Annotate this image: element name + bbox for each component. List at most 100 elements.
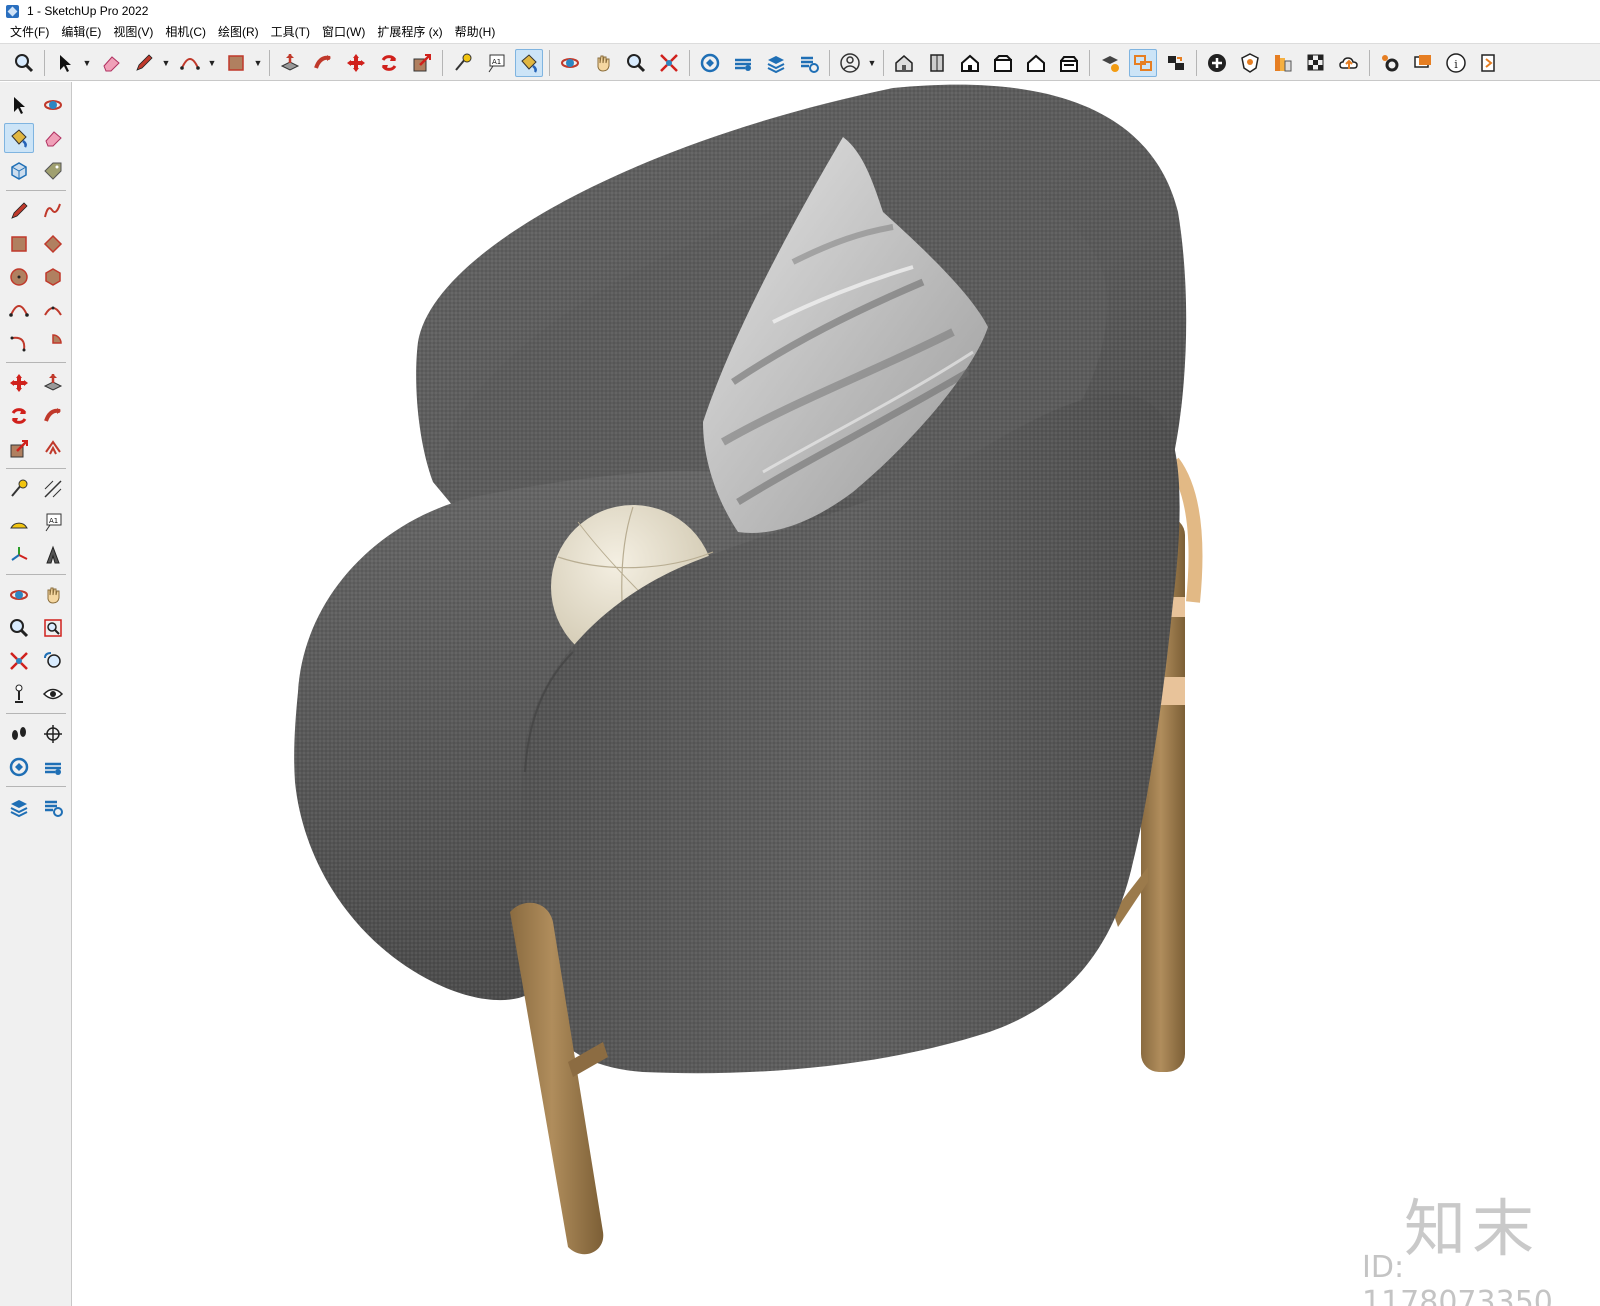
move-icon[interactable] [342, 49, 370, 77]
arc-icon[interactable] [4, 295, 34, 325]
rotate-icon[interactable] [4, 401, 34, 431]
upload-icon[interactable] [1335, 49, 1363, 77]
menu-window[interactable]: 窗口(W) [316, 22, 371, 42]
follow-me-icon[interactable] [309, 49, 337, 77]
walk-icon[interactable] [4, 719, 34, 749]
menu-edit[interactable]: 编辑(E) [55, 22, 107, 42]
dropdown-arrow-icon[interactable]: ▼ [866, 49, 878, 77]
polygon-icon[interactable] [38, 262, 68, 292]
left-view-icon[interactable] [1055, 49, 1083, 77]
info-icon[interactable]: i [1442, 49, 1470, 77]
two-point-arc-icon[interactable] [38, 295, 68, 325]
extension-warehouse-icon[interactable] [4, 792, 34, 822]
extension-manager-icon[interactable] [795, 49, 823, 77]
make-component-icon[interactable] [4, 156, 34, 186]
previous-view-icon[interactable] [38, 646, 68, 676]
pie-icon[interactable] [38, 328, 68, 358]
share-model-icon[interactable] [38, 752, 68, 782]
line-icon[interactable] [4, 196, 34, 226]
materials-icon[interactable] [1302, 49, 1330, 77]
menu-extensions[interactable]: 扩展程序 (x) [371, 22, 448, 42]
protractor-icon[interactable] [4, 507, 34, 537]
circle-icon[interactable] [4, 262, 34, 292]
toolbar-separator [6, 713, 66, 714]
eraser-icon[interactable] [38, 123, 68, 153]
styles-icon[interactable] [1269, 49, 1297, 77]
right-view-icon[interactable] [989, 49, 1017, 77]
settings-icon[interactable] [1376, 49, 1404, 77]
text-icon[interactable]: A1 [482, 49, 510, 77]
look-around-icon[interactable] [38, 679, 68, 709]
3d-warehouse-icon[interactable] [4, 752, 34, 782]
scenes-icon[interactable] [1129, 49, 1157, 77]
dropdown-arrow-icon[interactable]: ▼ [206, 49, 218, 77]
orbit-icon[interactable] [556, 49, 584, 77]
dimension-icon[interactable] [38, 474, 68, 504]
extension-manager-icon[interactable] [38, 792, 68, 822]
iso-view-icon[interactable] [890, 49, 918, 77]
zoom-window-icon[interactable] [38, 613, 68, 643]
orbit-icon[interactable] [38, 90, 68, 120]
menu-help[interactable]: 帮助(H) [449, 22, 502, 42]
zoom-extents-icon[interactable] [4, 646, 34, 676]
select-icon[interactable] [51, 49, 79, 77]
pan-icon[interactable] [589, 49, 617, 77]
paint-bucket-icon[interactable] [515, 49, 543, 77]
dropdown-arrow-icon[interactable]: ▼ [252, 49, 264, 77]
menu-tools[interactable]: 工具(T) [265, 22, 316, 42]
menu-draw[interactable]: 绘图(R) [212, 22, 265, 42]
toolbar-separator [883, 50, 884, 76]
add-location-icon[interactable] [1203, 49, 1231, 77]
paint-bucket-icon[interactable] [4, 123, 34, 153]
eraser-icon[interactable] [97, 49, 125, 77]
tape-measure-icon[interactable] [4, 474, 34, 504]
zoom-icon[interactable] [4, 613, 34, 643]
follow-me-icon[interactable] [38, 401, 68, 431]
menu-file[interactable]: 文件(F) [4, 22, 55, 42]
rotated-rectangle-icon[interactable] [38, 229, 68, 259]
trimble-connect-icon[interactable] [1096, 49, 1124, 77]
position-camera-icon[interactable] [4, 679, 34, 709]
shadows-icon[interactable] [1236, 49, 1264, 77]
extension-warehouse-icon[interactable] [762, 49, 790, 77]
tape-measure-icon[interactable] [449, 49, 477, 77]
menu-camera[interactable]: 相机(C) [159, 22, 212, 42]
pan-icon[interactable] [38, 580, 68, 610]
front-view-icon[interactable] [956, 49, 984, 77]
rotate-icon[interactable] [375, 49, 403, 77]
scale-icon[interactable] [408, 49, 436, 77]
menu-view[interactable]: 视图(V) [107, 22, 159, 42]
text-icon[interactable]: A1 [38, 507, 68, 537]
freehand-icon[interactable] [38, 196, 68, 226]
rectangle-icon[interactable] [222, 49, 250, 77]
scale-icon[interactable] [4, 434, 34, 464]
back-view-icon[interactable] [1022, 49, 1050, 77]
select-icon[interactable] [4, 90, 34, 120]
arc-icon[interactable] [176, 49, 204, 77]
3d-warehouse-icon[interactable] [696, 49, 724, 77]
push-pull-icon[interactable] [38, 368, 68, 398]
rectangle-icon[interactable] [4, 229, 34, 259]
camera-icon[interactable] [1162, 49, 1190, 77]
comment-icon[interactable] [1409, 49, 1437, 77]
share-model-icon[interactable] [729, 49, 757, 77]
account-icon[interactable] [836, 49, 864, 77]
section-plane-icon[interactable] [38, 719, 68, 749]
dropdown-arrow-icon[interactable]: ▼ [81, 49, 93, 77]
pencil-icon[interactable] [130, 49, 158, 77]
3d-text-icon[interactable] [38, 540, 68, 570]
zoom-tool-icon[interactable] [622, 49, 650, 77]
zoom-icon[interactable] [10, 49, 38, 77]
zoom-extents-icon[interactable] [655, 49, 683, 77]
dropdown-arrow-icon[interactable]: ▼ [160, 49, 172, 77]
model-viewport[interactable] [73, 82, 1600, 1306]
three-point-arc-icon[interactable] [4, 328, 34, 358]
top-view-icon[interactable] [923, 49, 951, 77]
move-icon[interactable] [4, 368, 34, 398]
offset-icon[interactable] [38, 434, 68, 464]
push-pull-icon[interactable] [276, 49, 304, 77]
more-icon[interactable] [1475, 49, 1503, 77]
orbit-tool-icon[interactable] [4, 580, 34, 610]
tag-icon[interactable] [38, 156, 68, 186]
axes-icon[interactable] [4, 540, 34, 570]
